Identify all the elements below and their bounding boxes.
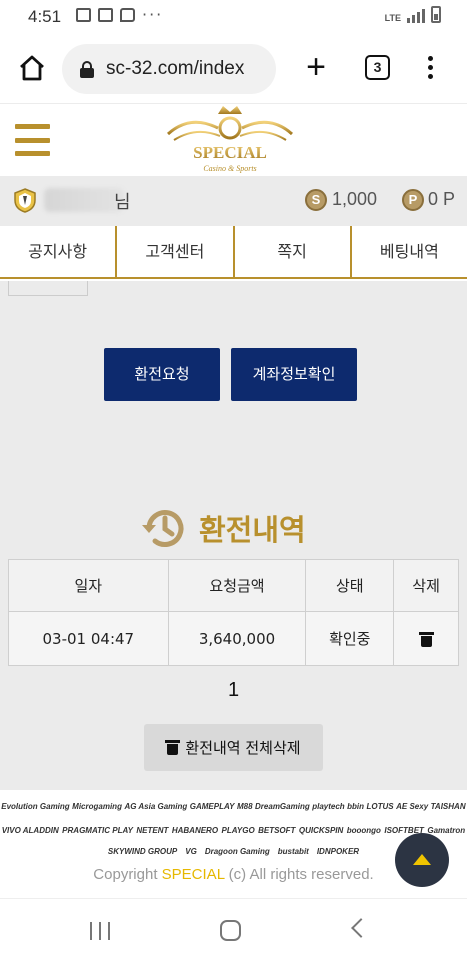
point-balance: 0 P [428,189,456,209]
hamburger-menu-icon[interactable] [15,124,50,156]
status-bar: 4:51 ··· LTE [0,0,467,34]
browser-menu-icon[interactable] [426,56,434,79]
gallery-icon [76,8,91,22]
back-icon[interactable] [351,918,371,938]
point-coin-icon: P [402,189,424,211]
username-suffix: 님 [114,192,131,213]
logo-tagline: Casino & Sports [203,164,256,173]
signal-icon [407,7,425,23]
site-header: SPECIAL Casino & Sports [0,104,467,176]
row-date: 03-01 04:47 [8,611,169,666]
provider-logo: IDNPOKER [316,846,360,856]
more-notifications-icon: ··· [142,5,164,24]
provider-logo: AG Asia Gaming [124,801,188,811]
nav-customer-center[interactable]: 고객센터 [117,226,235,277]
url-text: sc-32.com/index [106,58,245,79]
user-info-bar: 님 S 1,000 P 0 P [0,176,467,226]
browser-toolbar: sc-32.com/index + 3 [0,34,467,104]
provider-logo: Gamatron [427,825,466,835]
username-redacted [44,188,124,212]
trash-icon[interactable] [418,631,434,647]
money-balance: 1,000 [332,189,378,209]
site-footer: Evolution Gaming Microgaming AG Asia Gam… [0,790,467,898]
column-header-delete: 삭제 [393,559,459,612]
exchange-request-button[interactable]: 환전요청 [104,348,220,401]
message-icon [120,8,135,22]
provider-logo: booongo [346,825,381,835]
level-badge-icon [14,188,36,213]
copyright-prefix: Copyright [93,866,158,883]
main-content: 환전요청 계좌정보확인 환전내역 일자 요청금액 상태 삭제 03-01 04:… [0,281,467,790]
nav-betting-history[interactable]: 베팅내역 [352,226,467,277]
provider-logo: Dragoon Gaming [204,846,270,856]
table-remnant [8,281,88,296]
new-tab-button[interactable]: + [302,50,330,84]
status-time: 4:51 [28,7,62,26]
provider-logo: AE Sexy [396,801,429,811]
account-info-button[interactable]: 계좌정보확인 [231,348,357,401]
history-title: 환전내역 [199,513,306,547]
notification-icons: ··· [76,5,164,24]
address-bar[interactable]: sc-32.com/index [62,44,276,94]
battery-icon [431,6,441,23]
row-status: 확인중 [305,611,395,666]
provider-logo: PRAGMATIC PLAY [62,825,133,835]
trash-icon [165,740,181,755]
home-icon[interactable] [18,54,46,82]
provider-logo: bustabit [277,846,309,856]
nav-notice[interactable]: 공지사항 [0,226,118,277]
tab-switcher-button[interactable]: 3 [365,55,390,80]
scroll-to-top-button[interactable] [395,833,449,887]
pagination-current[interactable]: 1 [0,679,467,702]
provider-logo: TAISHAN [430,801,466,811]
calendar-icon [98,8,113,22]
column-header-amount: 요청금액 [167,559,307,612]
lock-icon [80,61,94,78]
history-heading: 환전내역 [139,503,306,553]
delete-all-history-button[interactable]: 환전내역 전체삭제 [144,724,323,771]
android-home-icon[interactable] [220,920,241,941]
logo-text: SPECIAL [193,143,267,162]
provider-logo: SKYWIND GROUP [107,846,178,856]
provider-logo: Microgaming [72,801,122,811]
exchange-history-table: 일자 요청금액 상태 삭제 03-01 04:47 3,640,000 확인중 [8,559,459,666]
provider-logo: LOTUS [366,801,394,811]
table-row: 03-01 04:47 3,640,000 확인중 [8,611,459,666]
site-logo[interactable]: SPECIAL Casino & Sports [160,104,300,176]
table-header-row: 일자 요청금액 상태 삭제 [8,559,459,612]
recent-apps-icon[interactable] [90,922,110,940]
copyright-suffix: (c) All rights reserved. [228,866,374,883]
provider-logo: M88 [236,801,253,811]
column-header-date: 일자 [8,559,169,612]
provider-logo: BETSOFT [258,825,296,835]
provider-logo: NETENT [136,825,169,835]
system-icons: LTE [385,6,441,23]
column-header-status: 상태 [305,559,395,612]
provider-logo: GAMEPLAY [189,801,235,811]
money-coin-icon: S [305,189,327,211]
row-amount: 3,640,000 [167,611,307,666]
history-icon [142,510,184,547]
provider-logos-row-1: Evolution Gaming Microgaming AG Asia Gam… [0,795,467,817]
provider-logo: QUICKSPIN [298,825,344,835]
copyright-brand: SPECIAL [161,866,225,883]
nav-messages[interactable]: 쪽지 [235,226,352,277]
provider-logo: VG [185,846,197,856]
row-delete-cell [393,611,459,666]
android-navigation-bar [0,898,467,960]
provider-logo: HABANERO [171,825,219,835]
provider-logo: PLAYGO [221,825,255,835]
delete-all-label: 환전내역 전체삭제 [185,739,301,757]
provider-logo: Evolution Gaming [1,801,70,811]
provider-logo: bbin [347,801,365,811]
provider-logo: VIVO ALADDIN [1,825,59,835]
main-nav: 공지사항 고객센터 쪽지 베팅내역 [0,226,467,279]
provider-logo: DreamGaming [255,801,310,811]
lte-icon: LTE [384,13,401,23]
provider-logo: playtech [312,801,345,811]
provider-logos-row-2: VIVO ALADDIN PRAGMATIC PLAY NETENT HABAN… [0,819,467,841]
